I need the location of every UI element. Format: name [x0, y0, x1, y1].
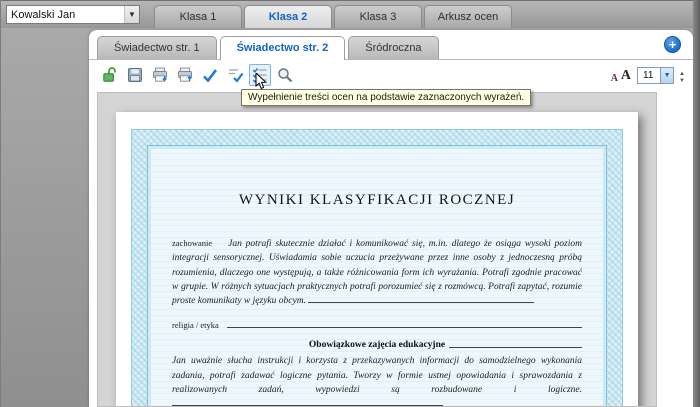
- document-tabs: Świadectwo str. 1 Świadectwo str. 2 Śród…: [89, 30, 693, 60]
- main-panel: Świadectwo str. 1 Świadectwo str. 2 Śród…: [89, 30, 693, 407]
- font-size-value: 11: [638, 68, 660, 83]
- tab-klasa-2[interactable]: Klasa 2: [244, 5, 332, 28]
- decrease-font-icon[interactable]: A: [611, 73, 618, 84]
- preview-magnifier-icon[interactable]: [274, 64, 296, 86]
- toolbar: Wypełnienie treści ocen na podstawie zaz…: [89, 60, 693, 90]
- top-bar: Kowalski Jan ▼ Klasa 1 Klasa 2 Klasa 3 A…: [1, 0, 700, 28]
- fill-line: [172, 398, 443, 406]
- window-edge: [693, 0, 700, 407]
- fill-line: [227, 327, 582, 328]
- student-select[interactable]: Kowalski Jan ▼: [6, 5, 140, 24]
- tab-swiadectwo-str-1[interactable]: Świadectwo str. 1: [97, 36, 217, 59]
- tab-klasa-1[interactable]: Klasa 1: [154, 5, 242, 28]
- religion-label: religia / etyka: [172, 320, 219, 330]
- tab-swiadectwo-str-2[interactable]: Świadectwo str. 2: [220, 36, 346, 60]
- certificate-title: WYNIKI KLASYFIKACJI ROCZNEJ: [172, 192, 582, 209]
- certificate-border: WYNIKI KLASYFIKACJI ROCZNEJ zachowanieJa…: [131, 129, 623, 407]
- class-tabs: Klasa 1 Klasa 2 Klasa 3 Arkusz ocen: [154, 1, 514, 28]
- behavior-label: zachowanie: [172, 238, 228, 248]
- subjects-paragraph[interactable]: Jan uważnie słucha instrukcji i korzysta…: [172, 354, 582, 407]
- toolbar-tooltip: Wypełnienie treści ocen na podstawie zaz…: [241, 89, 531, 106]
- document-viewport[interactable]: WYNIKI KLASYFIKACJI ROCZNEJ zachowanieJa…: [97, 92, 657, 407]
- tab-arkusz-ocen[interactable]: Arkusz ocen: [424, 5, 512, 28]
- spin-down-icon[interactable]: ▼: [679, 78, 685, 84]
- subjects-heading-row: Obowiązkowe zajęcia edukacyjne: [172, 340, 582, 350]
- unlock-icon[interactable]: [99, 64, 121, 86]
- apply-check-icon[interactable]: [199, 64, 221, 86]
- spin-up-icon[interactable]: ▲: [679, 71, 685, 77]
- certificate-page: WYNIKI KLASYFIKACJI ROCZNEJ zachowanieJa…: [116, 112, 638, 407]
- certificate-content: WYNIKI KLASYFIKACJI ROCZNEJ zachowanieJa…: [147, 145, 607, 407]
- font-size-select[interactable]: 11 ▼: [637, 67, 674, 84]
- subjects-text[interactable]: Jan uważnie słucha instrukcji i korzysta…: [172, 356, 582, 395]
- print-export-icon[interactable]: [174, 64, 196, 86]
- verify-check-icon[interactable]: [224, 64, 246, 86]
- subjects-heading: Obowiązkowe zajęcia edukacyjne: [305, 340, 449, 350]
- print-icon[interactable]: [149, 64, 171, 86]
- chevron-down-icon[interactable]: ▼: [660, 68, 673, 83]
- save-icon[interactable]: [124, 64, 146, 86]
- chevron-down-icon[interactable]: ▼: [124, 6, 139, 23]
- increase-font-icon[interactable]: A: [621, 68, 631, 84]
- font-size-controls: A A 11 ▼ ▲ ▼: [611, 67, 685, 84]
- add-tab-button[interactable]: +: [664, 36, 681, 53]
- tab-klasa-3[interactable]: Klasa 3: [334, 5, 422, 28]
- fill-line: [308, 295, 534, 303]
- religion-row: religia / etyka: [172, 320, 582, 330]
- fill-grades-icon[interactable]: [249, 64, 271, 86]
- student-select-value: Kowalski Jan: [7, 9, 124, 21]
- behavior-paragraph[interactable]: zachowanieJan potrafi skutecznie działać…: [172, 237, 582, 308]
- tab-srodroczna[interactable]: Śródroczna: [348, 36, 438, 59]
- fill-line: [449, 347, 582, 348]
- font-size-spinner[interactable]: ▲ ▼: [679, 71, 685, 84]
